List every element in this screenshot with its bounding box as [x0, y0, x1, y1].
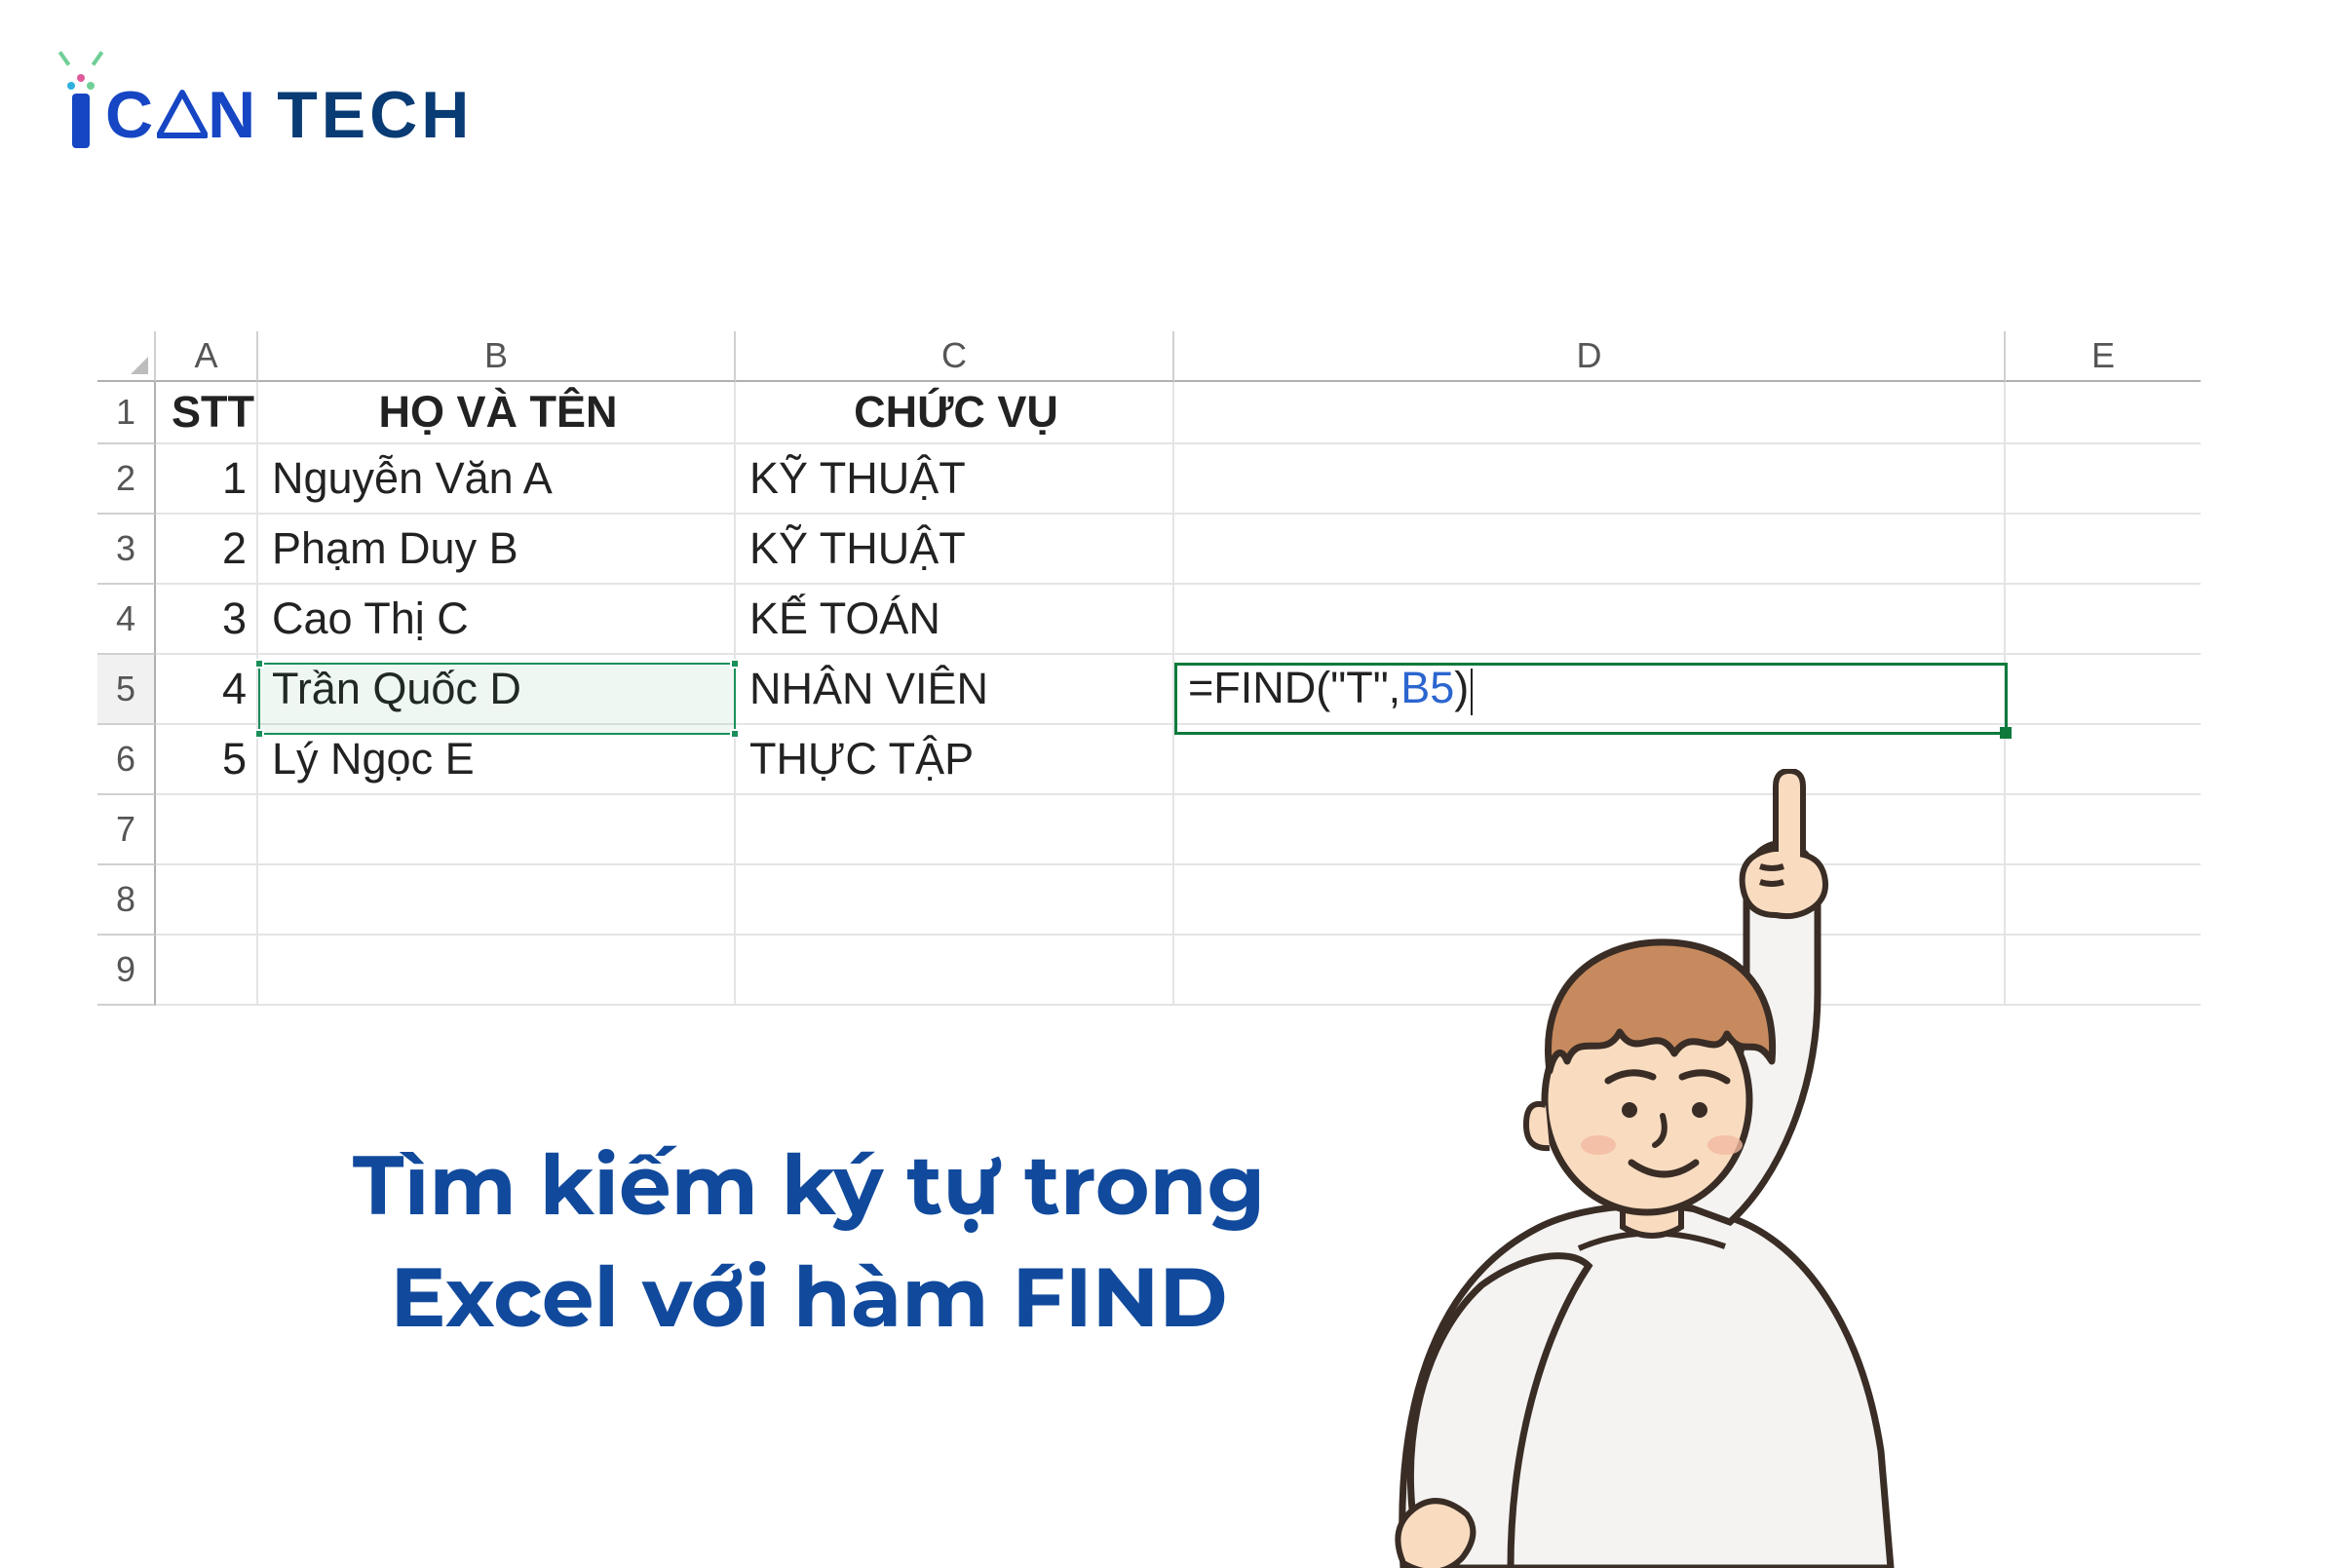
cell-A6[interactable]: 5: [156, 725, 258, 795]
formula-text: =FIND("T",B5): [1188, 663, 1473, 714]
cell-A9[interactable]: [156, 936, 258, 1006]
caption-line-2: Excel với hàm FIND: [390, 1247, 1227, 1348]
cell-E3[interactable]: [2006, 515, 2201, 585]
cell-E8[interactable]: [2006, 865, 2201, 936]
caption-line-1: Tìm kiếm ký tự trong: [353, 1135, 1265, 1236]
caption: Tìm kiếm ký tự trong Excel với hàm FIND: [312, 1130, 1306, 1355]
cell-A2[interactable]: 1: [156, 444, 258, 515]
cell-E6[interactable]: [2006, 725, 2201, 795]
cell-A1[interactable]: STT: [156, 382, 258, 444]
cell-D1[interactable]: [1174, 382, 2006, 444]
col-header-E[interactable]: E: [2006, 331, 2201, 382]
cell-E5[interactable]: [2006, 655, 2201, 725]
cell-D2[interactable]: [1174, 444, 2006, 515]
cell-B1[interactable]: HỌ VÀ TÊN: [258, 382, 736, 444]
col-header-A[interactable]: A: [156, 331, 258, 382]
row-header-5[interactable]: 5: [97, 655, 156, 725]
cell-E1[interactable]: [2006, 382, 2201, 444]
cell-C4[interactable]: KẾ TOÁN: [736, 585, 1174, 655]
cell-E9[interactable]: [2006, 936, 2201, 1006]
pointing-person-illustration: [1286, 769, 2008, 1568]
col-header-C[interactable]: C: [736, 331, 1174, 382]
cell-B7[interactable]: [258, 795, 736, 865]
cell-B5[interactable]: Trần Quốc D: [258, 655, 736, 725]
cell-D3[interactable]: [1174, 515, 2006, 585]
formula-prefix: =FIND("T",: [1188, 663, 1400, 712]
text-cursor-icon: [1471, 669, 1473, 715]
row-header-4[interactable]: 4: [97, 585, 156, 655]
column-headers: A B C D E: [97, 331, 2203, 382]
cell-B4[interactable]: Cao Thị C: [258, 585, 736, 655]
row-header-8[interactable]: 8: [97, 865, 156, 936]
table-row: 2 1 Nguyễn Văn A KỸ THUẬT: [97, 444, 2203, 515]
formula-ref: B5: [1400, 663, 1454, 712]
logo-text-can: CN: [105, 82, 259, 148]
logo-text-tech: TECH: [277, 82, 473, 148]
cell-C6[interactable]: THỰC TẬP: [736, 725, 1174, 795]
cell-A8[interactable]: [156, 865, 258, 936]
cell-C8[interactable]: [736, 865, 1174, 936]
cell-B2[interactable]: Nguyễn Văn A: [258, 444, 736, 515]
row-header-3[interactable]: 3: [97, 515, 156, 585]
cell-C3[interactable]: KỸ THUẬT: [736, 515, 1174, 585]
cell-E7[interactable]: [2006, 795, 2201, 865]
cell-C7[interactable]: [736, 795, 1174, 865]
row-header-9[interactable]: 9: [97, 936, 156, 1006]
row-header-7[interactable]: 7: [97, 795, 156, 865]
cell-A7[interactable]: [156, 795, 258, 865]
table-row: 1 STT HỌ VÀ TÊN CHỨC VỤ: [97, 382, 2203, 444]
table-row: 5 4 Trần Quốc D NHÂN VIÊN =FIND("T",B5): [97, 655, 2203, 725]
cell-E4[interactable]: [2006, 585, 2201, 655]
row-header-2[interactable]: 2: [97, 444, 156, 515]
cell-A5[interactable]: 4: [156, 655, 258, 725]
cell-B9[interactable]: [258, 936, 736, 1006]
select-all-corner[interactable]: [97, 331, 156, 382]
cell-C9[interactable]: [736, 936, 1174, 1006]
table-row: 3 2 Phạm Duy B KỸ THUẬT: [97, 515, 2203, 585]
cell-C1[interactable]: CHỨC VỤ: [736, 382, 1174, 444]
col-header-B[interactable]: B: [258, 331, 736, 382]
table-row: 4 3 Cao Thị C KẾ TOÁN: [97, 585, 2203, 655]
cell-B3[interactable]: Phạm Duy B: [258, 515, 736, 585]
logo: CN TECH: [62, 60, 473, 148]
cell-E2[interactable]: [2006, 444, 2201, 515]
row-header-1[interactable]: 1: [97, 382, 156, 444]
formula-suffix: ): [1454, 663, 1469, 712]
cell-A3[interactable]: 2: [156, 515, 258, 585]
cell-D4[interactable]: [1174, 585, 2006, 655]
cell-C5[interactable]: NHÂN VIÊN: [736, 655, 1174, 725]
row-header-6[interactable]: 6: [97, 725, 156, 795]
cell-C2[interactable]: KỸ THUẬT: [736, 444, 1174, 515]
cell-B6[interactable]: Lý Ngọc E: [258, 725, 736, 795]
cell-D5[interactable]: =FIND("T",B5): [1174, 655, 2006, 725]
col-header-D[interactable]: D: [1174, 331, 2006, 382]
logo-icon: [62, 60, 99, 148]
cell-B8[interactable]: [258, 865, 736, 936]
cell-A4[interactable]: 3: [156, 585, 258, 655]
